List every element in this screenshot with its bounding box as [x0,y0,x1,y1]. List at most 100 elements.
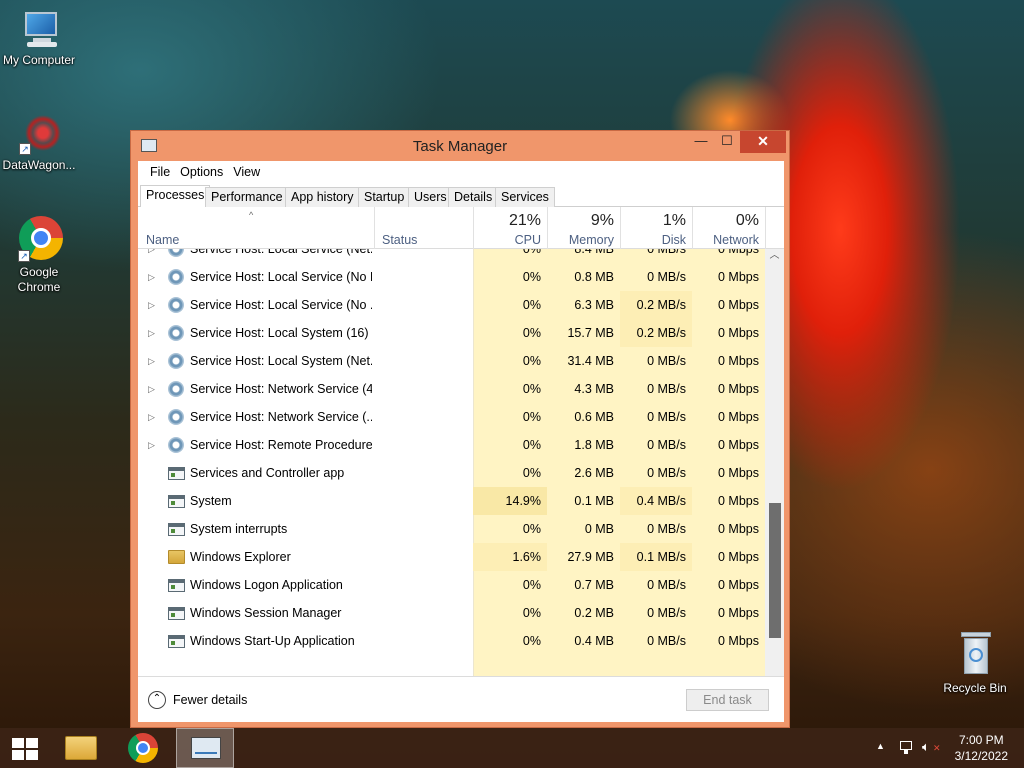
process-memory: 15.7 MB [567,326,614,340]
process-memory: 4.3 MB [574,382,614,396]
tab-users[interactable]: Users [408,187,453,207]
column-header-name[interactable]: ^ Name [138,207,374,249]
table-row[interactable]: Services and Controller app 0% 2.6 MB 0 MB/… [138,459,765,487]
end-task-button[interactable]: End task [686,689,769,711]
process-cpu: 0% [522,249,541,256]
expand-chevron-icon[interactable]: ▷ [148,263,155,291]
vertical-scrollbar[interactable]: ︿ ﹀ [765,249,784,714]
title-bar[interactable]: Task Manager — ☐ ✕ [131,131,789,161]
table-row[interactable]: ▷ Service Host: Network Service (... 0% 0.6… [138,403,765,431]
desktop-icon-my-computer[interactable]: My Computer [0,10,78,68]
column-header-disk[interactable]: 1% Disk [620,207,692,249]
menu-file[interactable]: File [145,165,175,179]
tab-details[interactable]: Details [448,187,499,207]
table-row[interactable]: ▷ Service Host: Local Service (No I... 0% 0… [138,263,765,291]
table-row[interactable]: ▷ Service Host: Local Service (No ... 0% 6.… [138,291,765,319]
table-row[interactable]: Windows Session Manager 0% 0.2 MB 0 MB/s 0 M… [138,599,765,627]
task-manager-window: Task Manager — ☐ ✕ File Options View Pro… [130,130,790,728]
desktop-icon-google-chrome[interactable]: ↗ Google Chrome [0,216,78,295]
process-cpu: 0% [522,522,541,536]
menu-options[interactable]: Options [175,165,228,179]
column-header-status[interactable]: Status [374,207,473,249]
menu-view[interactable]: View [228,165,265,179]
process-disk: 0.1 MB/s [620,543,692,571]
process-network: 0 Mbps [718,522,759,536]
tab-services[interactable]: Services [495,187,555,207]
process-memory: 8.4 MB [574,249,614,256]
process-name: Services and Controller app [190,466,345,480]
expand-chevron-icon[interactable]: ▷ [148,319,155,347]
taskbar-chrome[interactable] [114,728,172,768]
table-row[interactable]: Windows Explorer 1.6% 27.9 MB 0.1 MB/s 0 Mbp… [138,543,765,571]
table-row[interactable]: System interrupts 0% 0 MB 0 MB/s 0 Mbps [138,515,765,543]
expand-chevron-icon[interactable]: ▷ [148,403,155,431]
minimize-button[interactable]: — [687,131,715,153]
table-row[interactable]: Windows Logon Application 0% 0.7 MB 0 MB/s 0… [138,571,765,599]
expand-chevron-icon[interactable]: ▷ [148,291,155,319]
disk-total: 1% [662,212,686,229]
process-disk: 0 MB/s [647,270,686,284]
table-row[interactable]: ▷ Service Host: Network Service (4) 0% 4.3 … [138,375,765,403]
expand-chevron-icon[interactable]: ▷ [148,431,155,459]
table-row[interactable]: System 14.9% 0.1 MB 0.4 MB/s 0 Mbps [138,487,765,515]
close-button[interactable]: ✕ [740,131,786,153]
gear-icon [168,353,184,369]
gear-icon [168,297,184,313]
process-disk: 0 MB/s [647,522,686,536]
process-disk: 0 MB/s [647,354,686,368]
maximize-button[interactable]: ☐ [713,131,741,153]
network-total: 0% [735,212,759,229]
tab-startup[interactable]: Startup [358,187,411,207]
tab-processes[interactable]: Processes [140,185,211,208]
process-cpu: 0% [522,354,541,368]
process-network: 0 Mbps [718,354,759,368]
scroll-thumb[interactable] [769,503,781,638]
process-cpu: 0% [522,634,541,648]
process-memory: 2.6 MB [574,466,614,480]
app-window-icon [168,495,185,508]
gear-icon [168,269,184,285]
expand-chevron-icon[interactable]: ▷ [148,249,155,263]
taskbar-task-manager[interactable] [176,728,234,768]
process-network: 0 Mbps [718,550,759,564]
desktop-icon-recycle-bin[interactable]: Recycle Bin [936,632,1014,696]
process-network: 0 Mbps [718,298,759,312]
column-header-network[interactable]: 0% Network [692,207,765,249]
memory-total: 9% [590,212,614,229]
start-button[interactable] [12,738,38,760]
process-network: 0 Mbps [718,326,759,340]
table-row[interactable]: ▷ Service Host: Local System (Net... 0% 31.… [138,347,765,375]
chrome-icon: ↗ [16,216,63,262]
process-network: 0 Mbps [718,466,759,480]
desktop-icon-label: DataWagon... [2,158,76,172]
scroll-up-icon[interactable]: ︿ [765,249,784,263]
process-disk: 0 MB/s [647,606,686,620]
recycle-bin-icon [957,632,993,678]
process-cpu: 0% [522,438,541,452]
expand-chevron-icon[interactable]: ▷ [148,347,155,375]
process-memory: 27.9 MB [567,550,614,564]
process-cpu: 0% [522,298,541,312]
column-header-cpu[interactable]: 21% CPU [473,207,547,249]
table-row[interactable]: ▷ Service Host: Remote Procedure... 0% 1.8 … [138,431,765,459]
table-row[interactable]: ▷ Service Host: Local System (16) 0% 15.7 M… [138,319,765,347]
process-disk: 0.4 MB/s [620,487,692,515]
process-memory: 0.1 MB [574,494,614,508]
clock[interactable]: 7:00 PM 3/12/2022 [955,732,1008,764]
desktop-icon-datawagon[interactable]: ↗ DataWagon... [0,113,78,173]
process-name: System interrupts [190,522,288,536]
column-header-memory[interactable]: 9% Memory [547,207,620,249]
table-header: ^ Name Status 21% CPU 9% Memory 1% Disk [138,207,784,249]
sort-up-icon: ^ [249,210,254,220]
tab-app-history[interactable]: App history [285,187,360,207]
expand-chevron-icon[interactable]: ▷ [148,375,155,403]
process-name: Windows Start-Up Application [190,634,355,648]
app-window-icon [168,467,185,480]
taskbar-file-explorer[interactable] [52,728,110,768]
tab-performance[interactable]: Performance [205,187,289,207]
gear-icon [168,437,184,453]
process-memory: 0.6 MB [574,410,614,424]
table-row[interactable]: ▷ Service Host: Local Service (Net... 0% 8.… [138,249,765,263]
process-disk: 0 MB/s [647,438,686,452]
table-row[interactable]: Windows Start-Up Application 0% 0.4 MB 0 MB… [138,627,765,655]
